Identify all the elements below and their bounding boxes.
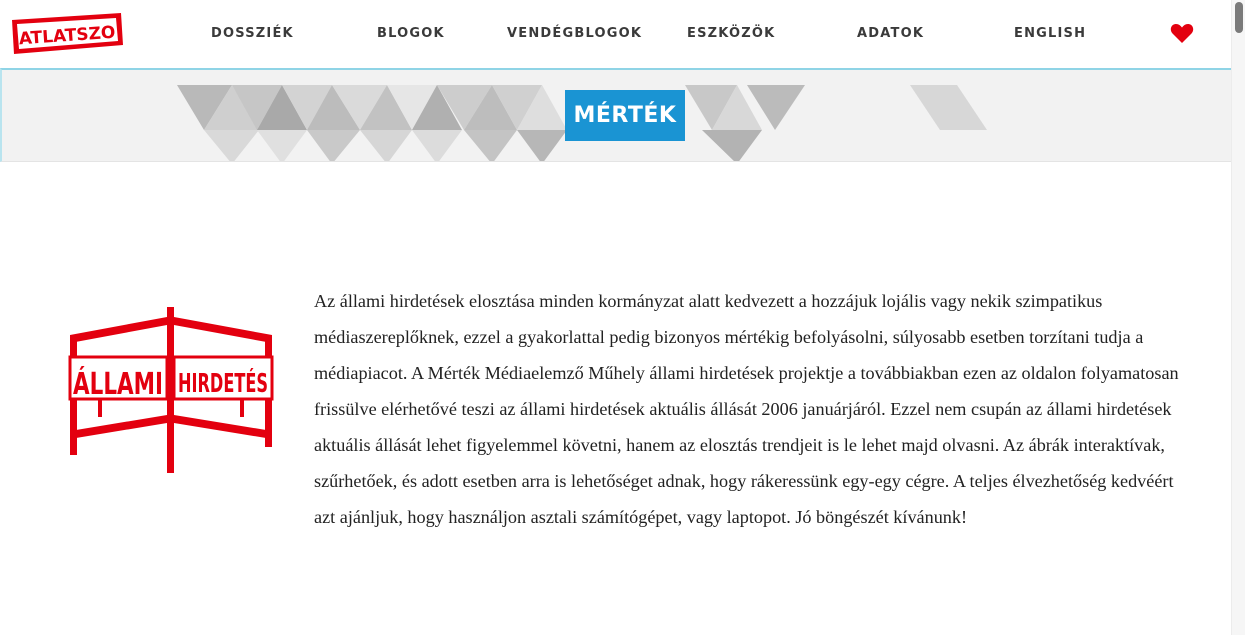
section-banner: MÉRTÉK [0,68,1231,162]
nav-vendegblogok[interactable]: VENDÉGBLOGOK [507,26,642,41]
site-header: ATLATSZO DOSSZIÉK BLOGOK VENDÉGBLOGOK ES… [0,0,1231,68]
emblem-right-text: HIRDETÉS [178,367,268,399]
banner-title: MÉRTÉK [565,90,685,141]
nav-eszkozok[interactable]: ESZKÖZÖK [687,26,775,41]
heart-icon[interactable] [1170,22,1194,44]
scrollbar-thumb[interactable] [1235,2,1243,33]
emblem-left-text: ÁLLAMI [73,366,163,402]
intro-paragraph: Az állami hirdetések elosztása minden ko… [314,291,1179,527]
atlatszo-logo[interactable]: ATLATSZO [10,12,124,55]
nav-adatok[interactable]: ADATOK [857,26,924,41]
nav-blogok[interactable]: BLOGOK [377,26,445,41]
nav-dossziek[interactable]: DOSSZIÉK [211,26,294,41]
nav-english[interactable]: ENGLISH [1014,26,1086,41]
allami-hirdetes-emblem: ÁLLAMI HIRDETÉS [68,307,274,473]
page-scrollbar[interactable] [1231,0,1245,635]
